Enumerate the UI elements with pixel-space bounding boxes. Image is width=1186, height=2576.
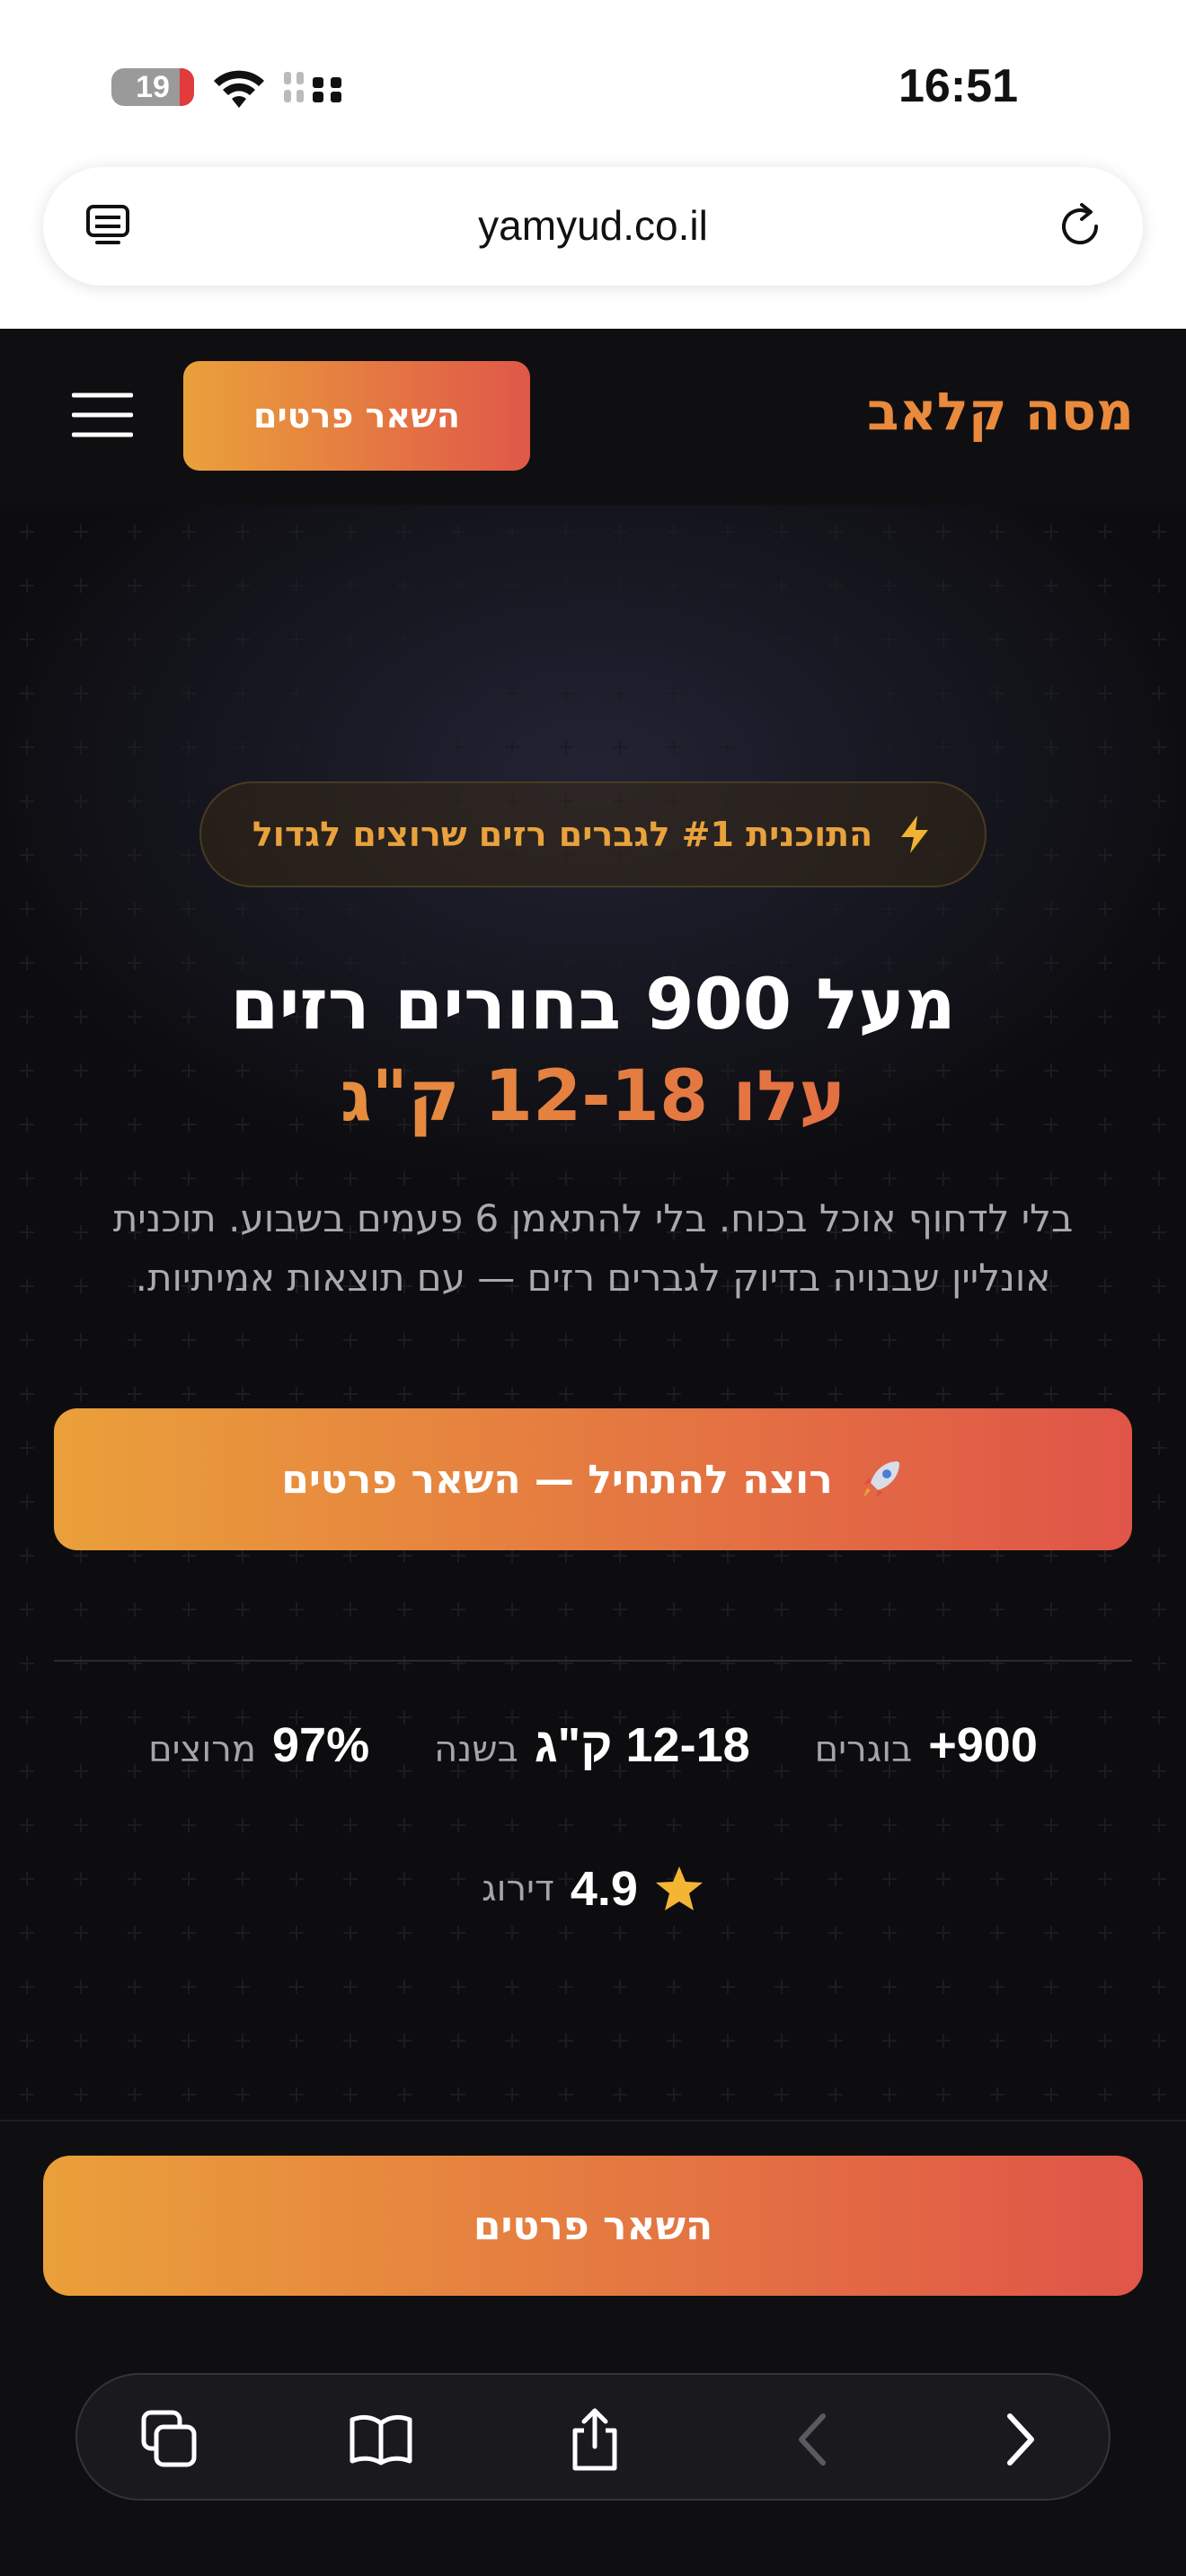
rating-label: דירוג [482,1868,554,1910]
status-time: 16:51 [898,60,1018,112]
wifi-icon [214,70,264,108]
share-icon[interactable] [561,2405,629,2474]
address-bar[interactable]: yamyud.co.il [43,167,1143,286]
lightning-icon [901,816,929,853]
bookmarks-icon[interactable] [347,2405,415,2474]
header-leave-details-button[interactable]: השאר פרטים [183,361,530,471]
site-header: השאר פרטים מסה קלאב [0,329,1186,505]
hero-title: מעל 900 בחורים רזים [230,965,956,1045]
stat-label: בשנה [434,1729,518,1770]
hero-start-button[interactable]: רוצה להתחיל — השאר פרטים [54,1408,1132,1550]
battery-icon: 19 [111,68,194,106]
star-icon [655,1866,703,1910]
hamburger-menu-icon[interactable] [72,392,133,438]
stat-label: מרוצים [148,1729,257,1770]
stat-satisfaction: 97% מרוצים [148,1717,369,1773]
stat-label: בוגרים [814,1729,913,1770]
sticky-footer: השאר פרטים [0,2120,1186,2576]
stat-value: 12-18 ק"ג [534,1718,750,1772]
url-text[interactable]: yamyud.co.il [43,201,1143,250]
hero-section: התוכנית #1 לגברים רזים שרוצים לגדול מעל … [0,505,1186,2122]
forward-icon[interactable] [983,2405,1051,2474]
site-logo[interactable]: מסה קלאב [867,381,1134,442]
rating: 4.9 דירוג [0,1861,1186,1917]
stat-value: 97% [272,1718,370,1772]
divider [54,1660,1132,1662]
stat-value: +900 [928,1718,1038,1772]
hero-badge-text: התוכנית #1 לגברים רזים שרוצים לגדול [252,815,873,854]
sticky-leave-details-button[interactable]: השאר פרטים [43,2156,1143,2296]
cellular-signal-icon [284,72,341,102]
stat-weight-gain: 12-18 ק"ג בשנה [434,1717,750,1773]
back-icon[interactable] [782,2405,850,2474]
hero-subtitle: בלי לדחוף אוכל בכוח. בלי להתאמן 6 פעמים … [112,1196,1074,1300]
rocket-icon [863,1461,899,1497]
hero-title-highlight: עלו 12-18 ק"ג [0,1056,1186,1137]
rating-value: 4.9 [570,1862,638,1916]
hero-badge: התוכנית #1 לגברים רזים שרוצים לגדול [199,781,987,887]
hero-start-button-label: רוצה להתחיל — השאר פרטים [281,1456,833,1503]
tabs-icon[interactable] [135,2405,203,2474]
browser-toolbar [75,2373,1111,2501]
battery-level: 19 [136,70,170,104]
browser-address-area: yamyud.co.il [0,167,1186,329]
stats-row: +900 בוגרים 12-18 ק"ג בשנה 97% מרוצים [0,1717,1186,1789]
status-bar: 19 16:51 [0,0,1186,171]
stat-graduates: +900 בוגרים [815,1717,1038,1773]
reload-icon[interactable] [1053,199,1107,253]
